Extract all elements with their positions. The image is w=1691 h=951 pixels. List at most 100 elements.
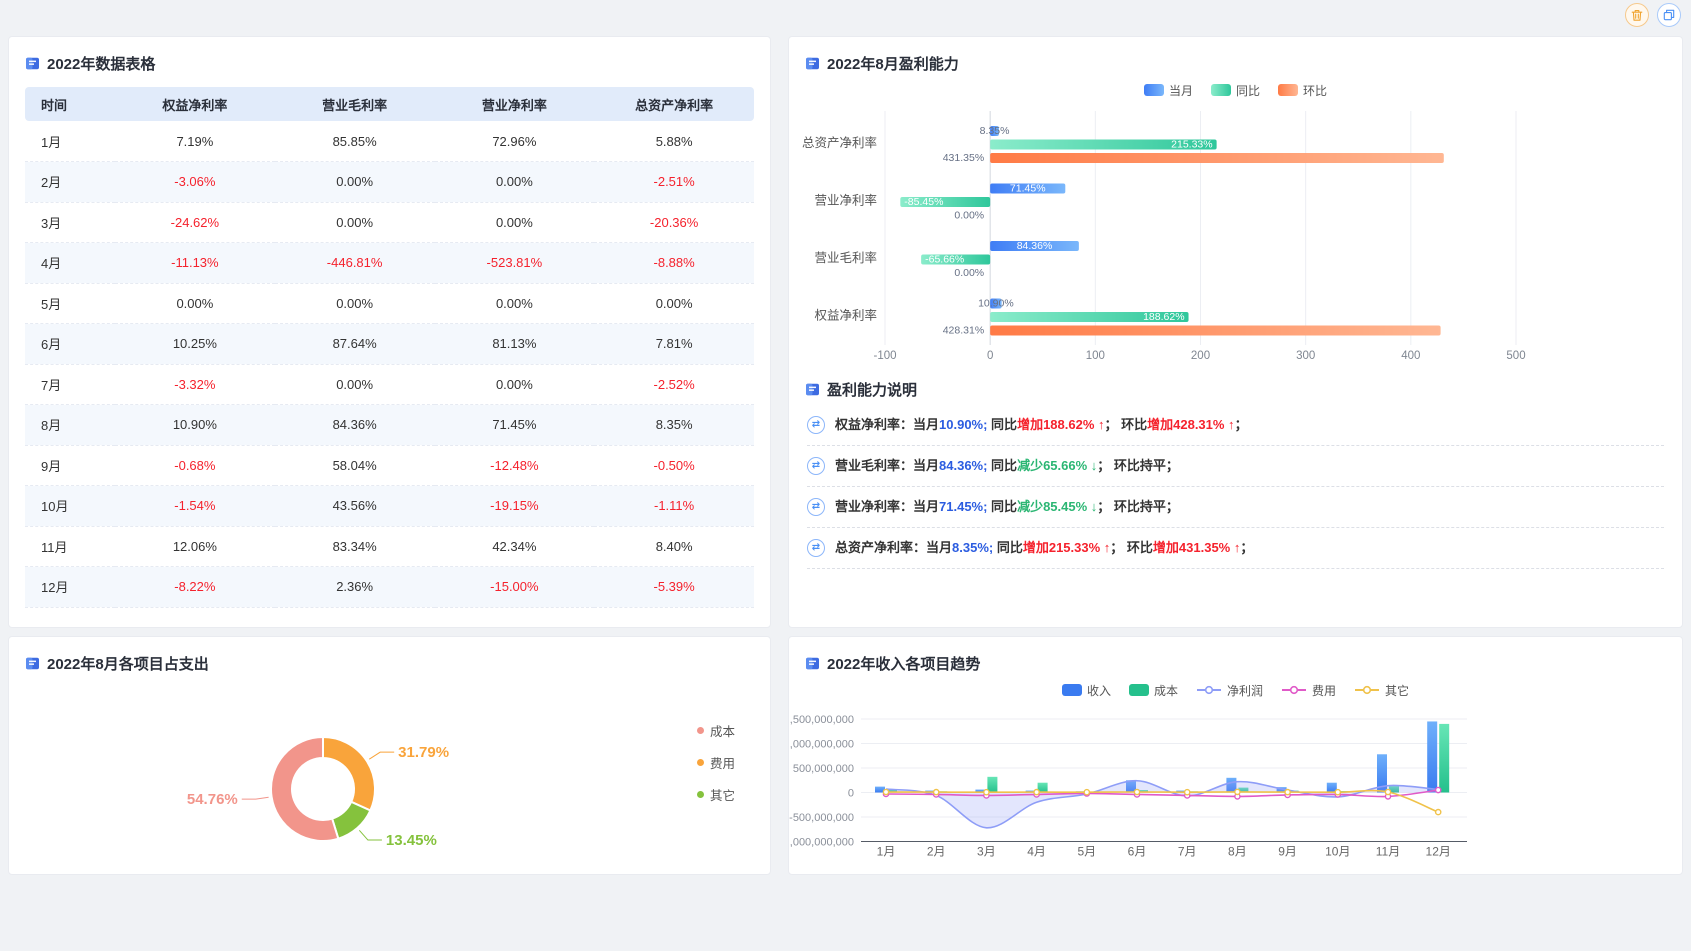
panel-data-table: 2022年数据表格 时间权益净利率营业毛利率营业净利率总资产净利率1月7.19%… (8, 36, 771, 628)
x-tick-label: 300 (1296, 350, 1315, 362)
bar-label: 84.36% (1017, 240, 1053, 252)
bar-环比[interactable] (990, 326, 1440, 336)
x-tick-label: 0 (987, 350, 993, 362)
legend-item-当月[interactable]: 当月 (1144, 82, 1193, 99)
legend-item-成本[interactable]: 成本 (1129, 682, 1178, 699)
note-segment: ； (1235, 417, 1248, 432)
value-cell: -8.88% (594, 243, 754, 284)
x-tick-label: 100 (1086, 350, 1105, 362)
bar-label: 428.31% (943, 325, 984, 337)
legend-item-其它[interactable]: 其它 (1354, 682, 1409, 699)
point-其它 (1134, 789, 1139, 794)
value-cell: -15.00% (435, 567, 595, 608)
legend-item-收入[interactable]: 收入 (1062, 682, 1111, 699)
month-cell: 6月 (25, 324, 115, 365)
sync-icon: ⇄ (807, 539, 825, 557)
month-cell: 2月 (25, 162, 115, 203)
note-segment: 同比 (987, 458, 1017, 473)
bar-收入[interactable] (1427, 721, 1437, 792)
legend-item-费用[interactable]: 费用 (1281, 682, 1336, 699)
table-row: 2月-3.06%0.00%0.00%-2.51% (25, 162, 754, 203)
document-icon (25, 656, 40, 671)
value-cell: 7.19% (115, 121, 275, 162)
copy-button[interactable] (1657, 3, 1681, 27)
trash-icon (1631, 9, 1643, 22)
value-cell: 0.00% (594, 283, 754, 324)
legend-item-净利润[interactable]: 净利润 (1196, 682, 1263, 699)
legend-line-marker (1354, 684, 1380, 696)
bar-label: 0.00% (954, 267, 984, 279)
category-label: 营业净利率 (814, 193, 877, 208)
note-segment: 10.90%; (939, 417, 987, 432)
note-segment: 权益净利率：当月 (835, 417, 939, 432)
note-segment: 71.45%; (939, 499, 987, 514)
panel-profitability: 2022年8月盈利能力 当月同比环比 -1000100200300400500总… (788, 36, 1683, 628)
profit-notes: ⇄权益净利率：当月10.90%; 同比增加188.62% ↑； 环比增加428.… (805, 405, 1666, 569)
table-row: 9月-0.68%58.04%-12.48%-0.50% (25, 445, 754, 486)
bar-环比[interactable] (990, 153, 1444, 163)
notes-header: 盈利能力说明 (805, 373, 1666, 405)
legend-item-同比[interactable]: 同比 (1211, 82, 1260, 99)
column-header: 时间 (25, 87, 115, 121)
legend-item-成本[interactable]: 成本 (697, 721, 735, 740)
x-tick-label: 11月 (1376, 845, 1400, 859)
table-row: 11月12.06%83.34%42.34%8.40% (25, 526, 754, 567)
value-cell: 43.56% (275, 486, 435, 527)
table-row: 12月-8.22%2.36%-15.00%-5.39% (25, 567, 754, 608)
note-segment: ； 环比持平； (1097, 499, 1179, 514)
dashboard-grid: 2022年数据表格 时间权益净利率营业毛利率营业净利率总资产净利率1月7.19%… (8, 36, 1683, 875)
table-row: 3月-24.62%0.00%0.00%-20.36% (25, 202, 754, 243)
y-tick-label: 0 (848, 788, 854, 800)
value-cell: 87.64% (275, 324, 435, 365)
month-cell: 10月 (25, 486, 115, 527)
y-tick-label: ,000,000,000 (790, 837, 854, 849)
value-cell: -19.15% (435, 486, 595, 527)
donut-slice-费用[interactable] (323, 737, 375, 811)
document-icon (805, 656, 820, 671)
legend-item-费用[interactable]: 费用 (697, 753, 735, 772)
legend-label: 当月 (1169, 82, 1193, 99)
column-header: 总资产净利率 (594, 87, 754, 121)
legend-item-环比[interactable]: 环比 (1278, 82, 1327, 99)
y-tick-label: 500,000,000 (793, 763, 854, 775)
category-label: 营业毛利率 (814, 250, 877, 265)
panel-title: 2022年8月各项目占支出 (47, 653, 209, 674)
value-cell: 42.34% (435, 526, 595, 567)
value-cell: 7.81% (594, 324, 754, 365)
legend-item-其它[interactable]: 其它 (697, 785, 735, 804)
table-row: 8月10.90%84.36%71.45%8.35% (25, 405, 754, 446)
delete-button[interactable] (1625, 3, 1649, 27)
profit-legend: 当月 同比 环比 (805, 79, 1666, 101)
legend-label: 收入 (1087, 682, 1111, 699)
value-cell: 0.00% (435, 162, 595, 203)
sync-icon: ⇄ (807, 416, 825, 434)
bar-label: 188.62% (1143, 311, 1184, 323)
note-item: ⇄ 总资产净利率：当月8.35%; 同比增加215.33% ↑； 环比增加431.… (807, 528, 1664, 569)
value-cell: -1.11% (594, 486, 754, 527)
value-cell: 0.00% (435, 364, 595, 405)
legend-bar-marker (1278, 84, 1298, 96)
value-cell: -5.39% (594, 567, 754, 608)
panel-header: 2022年收入各项目趋势 (805, 647, 1666, 679)
month-cell: 9月 (25, 445, 115, 486)
value-cell: -8.22% (115, 567, 275, 608)
value-cell: 85.85% (275, 121, 435, 162)
note-text: 总资产净利率：当月8.35%; 同比增加215.33% ↑； 环比增加431.3… (835, 540, 1253, 556)
x-tick-label: 6月 (1128, 845, 1147, 859)
value-cell: -20.36% (594, 202, 754, 243)
value-cell: -12.48% (435, 445, 595, 486)
value-cell: 0.00% (275, 283, 435, 324)
value-cell: 8.40% (594, 526, 754, 567)
legend-line-marker (1281, 684, 1307, 696)
sync-icon: ⇄ (807, 457, 825, 475)
value-cell: 0.00% (435, 202, 595, 243)
legend-dot (697, 727, 704, 734)
x-tick-label: -100 (873, 350, 896, 362)
bar-成本[interactable] (1439, 724, 1449, 793)
value-cell: 12.06% (115, 526, 275, 567)
legend-bar-marker (1211, 84, 1231, 96)
donut-slice-其它[interactable] (332, 802, 370, 839)
document-icon (25, 56, 40, 71)
x-tick-label: 3月 (977, 845, 996, 859)
point-其它 (883, 789, 888, 794)
